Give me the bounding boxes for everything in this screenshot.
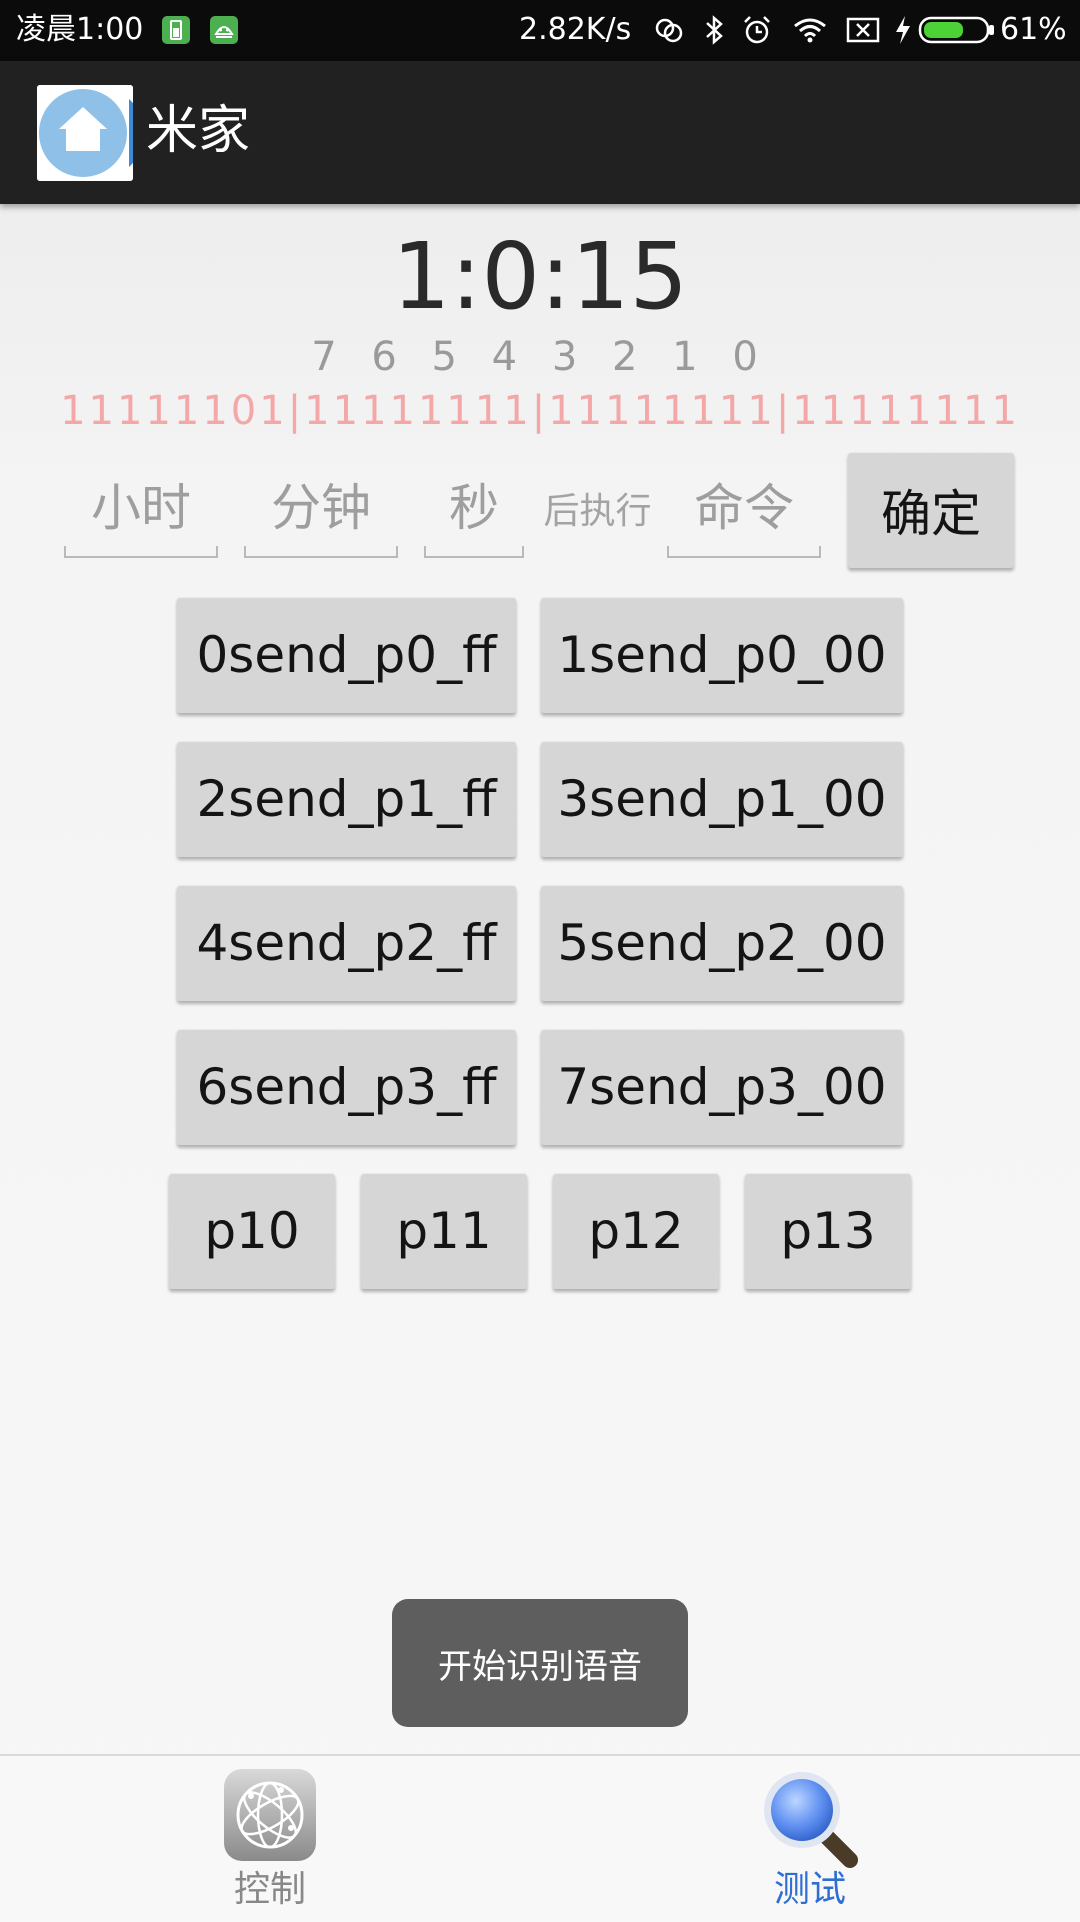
send-p3-ff-button[interactable]: 6send_p3_ff [177, 1029, 516, 1145]
status-bar: 凌晨1:00 2.82K/s 61% [0, 0, 1080, 61]
p10-button[interactable]: p10 [169, 1173, 335, 1289]
bluetooth-icon [698, 14, 730, 46]
network-speed: 2.82K/s [519, 12, 632, 47]
battery-saver-icon [160, 14, 192, 46]
alarm-icon [741, 14, 773, 46]
app-title: 米家 [146, 101, 251, 161]
p13-button[interactable]: p13 [745, 1173, 911, 1289]
wifi-icon [792, 14, 826, 46]
sync-icon [653, 14, 685, 46]
hours-input[interactable]: 小时 [64, 470, 218, 558]
minutes-placeholder: 分钟 [271, 479, 371, 537]
status-time: 凌晨1:00 [16, 12, 144, 47]
confirm-button[interactable]: 确定 [848, 452, 1014, 568]
send-p1-00-button[interactable]: 3send_p1_00 [541, 741, 903, 857]
magnifier-icon [754, 1764, 864, 1874]
send-p3-00-button[interactable]: 7send_p3_00 [541, 1029, 903, 1145]
seconds-input[interactable]: 秒 [424, 470, 524, 558]
tab-test-label: 测试 [773, 1869, 846, 1910]
app-bar: 米家 [0, 61, 1080, 204]
p11-button[interactable]: p11 [361, 1173, 527, 1289]
battery-icon [918, 14, 996, 46]
globe-icon [221, 1766, 319, 1864]
send-p0-ff-button[interactable]: 0send_p0_ff [177, 597, 516, 713]
send-p2-ff-button[interactable]: 4send_p2_ff [177, 885, 516, 1001]
android-icon [208, 14, 240, 46]
seconds-placeholder: 秒 [449, 479, 499, 537]
no-sim-icon [846, 14, 880, 46]
command-placeholder: 命令 [694, 479, 794, 537]
battery-percent: 61% [1000, 12, 1067, 47]
countdown-timer: 1:0:15 [391, 223, 689, 330]
send-p1-ff-button[interactable]: 2send_p1_ff [177, 741, 516, 857]
toast-message: 开始识别语音 [392, 1599, 688, 1727]
command-input[interactable]: 命令 [667, 470, 821, 558]
p12-button[interactable]: p12 [553, 1173, 719, 1289]
bottom-navigation: 控制 测试 [0, 1754, 1080, 1922]
bit-index-label: 7 6 5 4 3 2 1 0 [311, 334, 769, 380]
app-logo [37, 85, 133, 181]
home-icon [37, 85, 133, 181]
hours-placeholder: 小时 [91, 479, 191, 537]
send-p0-00-button[interactable]: 1send_p0_00 [541, 597, 903, 713]
tab-control-label: 控制 [233, 1869, 306, 1910]
tab-control[interactable]: 控制 [170, 1756, 370, 1922]
bit-pattern: 11111101|11111111|11111111|11111111 [60, 388, 1020, 434]
send-p2-00-button[interactable]: 5send_p2_00 [541, 885, 903, 1001]
execute-after-label: 后执行 [543, 491, 652, 532]
minutes-input[interactable]: 分钟 [244, 470, 398, 558]
tab-test[interactable]: 测试 [710, 1756, 910, 1922]
